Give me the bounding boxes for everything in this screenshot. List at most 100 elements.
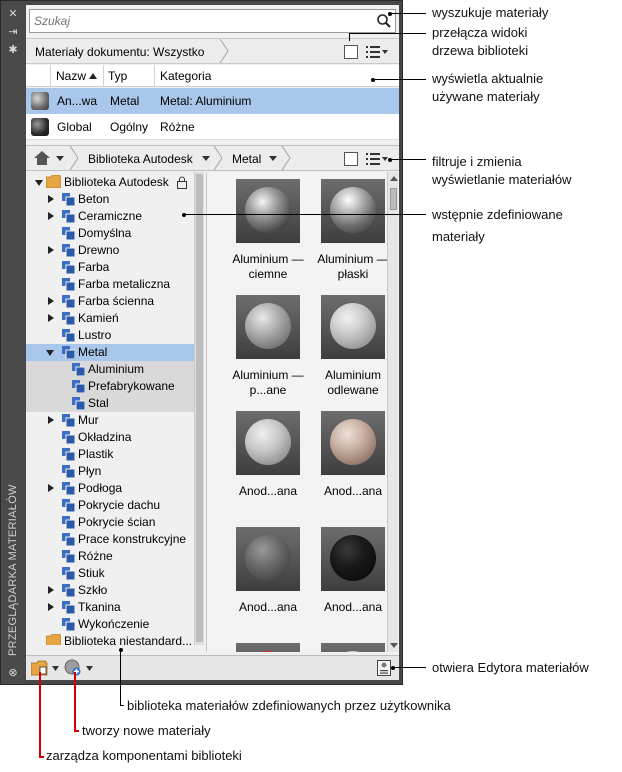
material-sphere [330, 535, 376, 581]
toggle-view-icon[interactable] [344, 152, 358, 166]
tree-item[interactable]: Tkanina [26, 599, 194, 616]
list-view-icon[interactable] [366, 45, 388, 59]
tree-item[interactable]: Beton [26, 191, 194, 208]
callout-in-use: wyświetla aktualnie [432, 71, 544, 86]
material-tile[interactable]: Aluminium — ciemne [232, 176, 304, 286]
material-category: Różne [160, 120, 195, 134]
chevron-down-icon[interactable] [202, 156, 210, 161]
category-icon [62, 499, 75, 512]
category-icon [62, 584, 75, 597]
material-tile[interactable] [319, 640, 387, 652]
home-icon[interactable] [34, 151, 50, 165]
tree-item[interactable]: Metal [26, 344, 194, 361]
toggle-view-icon[interactable] [344, 45, 358, 59]
material-tile[interactable]: Anod...ana [234, 408, 302, 518]
column-header-category[interactable]: Kategoria [160, 69, 211, 83]
material-tile[interactable]: Aluminium — p...ane [232, 292, 304, 402]
chevron-down-icon[interactable] [56, 156, 64, 161]
tree-item[interactable]: Pokrycie dachu [26, 497, 194, 514]
scroll-down-icon[interactable] [390, 643, 398, 648]
tree-item-label: Różne [78, 549, 113, 563]
search-box [29, 9, 396, 33]
material-category: Metal: Aluminium [160, 94, 252, 108]
category-icon [62, 312, 75, 325]
breadcrumb-library[interactable]: Biblioteka Autodesk [88, 152, 193, 166]
tree-item-label: Lustro [78, 328, 112, 342]
material-tile[interactable]: Aluminium odlewane [319, 292, 387, 402]
list-view-icon[interactable] [366, 152, 388, 166]
category-icon [62, 601, 75, 614]
document-materials-filter[interactable]: Materiały dokumentu: Wszystko [35, 45, 204, 59]
tree-root-library[interactable]: Biblioteka Autodesk [26, 174, 194, 191]
table-row[interactable]: Global Ogólny Różne [26, 114, 399, 140]
tree-item[interactable]: Wykończenie [26, 616, 194, 633]
tree-subitem[interactable]: Aluminium [26, 361, 194, 378]
settings-icon[interactable]: ✱ [5, 43, 21, 57]
expand-icon[interactable] [48, 586, 54, 594]
bottom-toolbar [26, 655, 399, 680]
library-tree: Biblioteka Autodesk Beton Ceramiczne Domyś… [26, 172, 204, 645]
tree-item[interactable]: Podłoga [26, 480, 194, 497]
tree-item-label: Tkanina [78, 600, 121, 614]
chevron-down-icon[interactable] [86, 666, 93, 671]
tree-item[interactable]: Drewno [26, 242, 194, 259]
column-header-name[interactable]: Nazw [56, 69, 86, 83]
material-tile[interactable]: Anod...ana [234, 524, 302, 634]
tree-item[interactable]: Prace konstrukcyjne [26, 531, 194, 548]
tree-item[interactable]: Pokrycie ścian [26, 514, 194, 531]
material-thumbnail [31, 92, 49, 110]
material-sphere [245, 187, 291, 233]
tree-item[interactable]: Mur [26, 412, 194, 429]
collapse-icon[interactable] [46, 350, 54, 356]
scroll-up-icon[interactable] [390, 176, 398, 181]
tree-item[interactable]: Płyn [26, 463, 194, 480]
create-material-icon[interactable] [64, 659, 82, 677]
expand-icon[interactable] [48, 246, 54, 254]
tree-item[interactable]: Farba metaliczna [26, 276, 194, 293]
tree-item-label: Domyślna [78, 226, 132, 240]
tree-item[interactable]: Lustro [26, 327, 194, 344]
material-swatch [236, 295, 300, 359]
tree-item[interactable]: Farba [26, 259, 194, 276]
material-caption: Anod...ana [323, 600, 383, 614]
material-editor-icon[interactable] [377, 660, 391, 676]
tree-item[interactable]: Domyślna [26, 225, 194, 242]
tree-item[interactable]: Kamień [26, 310, 194, 327]
expand-icon[interactable] [48, 603, 54, 611]
expand-icon[interactable] [48, 416, 54, 424]
expand-icon[interactable] [48, 314, 54, 322]
chevron-down-icon[interactable] [269, 156, 277, 161]
breadcrumb-separator-icon [281, 146, 291, 170]
grid-scrollbar[interactable] [387, 172, 398, 652]
tree-item[interactable]: Plastik [26, 446, 194, 463]
properties-icon[interactable]: ⊗ [5, 666, 21, 680]
pin-icon[interactable]: ⇥ [5, 25, 21, 39]
breadcrumb-category[interactable]: Metal [232, 152, 261, 166]
expand-icon[interactable] [48, 212, 54, 220]
material-tile[interactable]: Aluminium — płaski [317, 176, 387, 286]
material-tile[interactable]: Anod...ana [319, 524, 387, 634]
category-icon [62, 414, 75, 427]
expand-icon[interactable] [35, 180, 43, 186]
tree-item[interactable]: Farba ścienna [26, 293, 194, 310]
close-icon[interactable]: ✕ [5, 7, 21, 21]
tree-item[interactable]: Różne [26, 548, 194, 565]
tree-user-library[interactable]: Biblioteka niestandard... [26, 633, 194, 645]
tree-subitem[interactable]: Prefabrykowane [26, 378, 194, 395]
tree-item[interactable]: Stiuk [26, 565, 194, 582]
material-tile[interactable] [234, 640, 302, 652]
expand-icon[interactable] [48, 484, 54, 492]
expand-icon[interactable] [48, 195, 54, 203]
tree-scrollbar[interactable] [194, 172, 204, 645]
material-tile[interactable]: Anod...ana [319, 408, 387, 518]
table-row[interactable]: An...wa Metal Metal: Aluminium [26, 88, 399, 114]
tree-item[interactable]: Okładzina [26, 429, 194, 446]
expand-icon[interactable] [48, 297, 54, 305]
column-header-type[interactable]: Typ [108, 69, 127, 83]
tree-item[interactable]: Szkło [26, 582, 194, 599]
chevron-down-icon[interactable] [52, 666, 59, 671]
tree-subitem[interactable]: Stal [26, 395, 194, 412]
material-name: Global [57, 120, 92, 134]
tree-item[interactable]: Ceramiczne [26, 208, 194, 225]
search-input[interactable] [34, 13, 364, 29]
